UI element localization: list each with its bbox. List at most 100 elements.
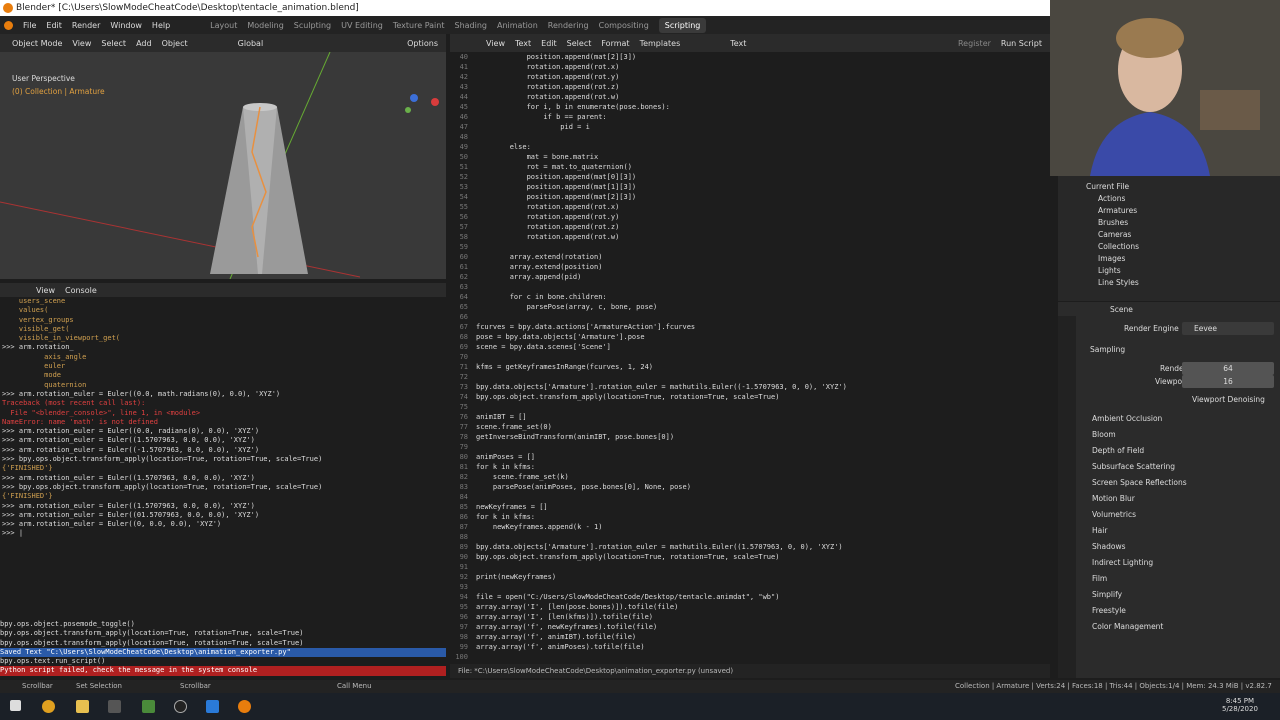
windows-start-icon[interactable] (10, 700, 21, 711)
console-line: Traceback (most recent call last): (2, 399, 146, 408)
menu-edit[interactable]: Edit (46, 21, 62, 30)
unity-icon[interactable] (174, 700, 187, 713)
tab-modeling[interactable]: Modeling (247, 21, 283, 30)
menu-help[interactable]: Help (152, 21, 170, 30)
text-datablock-name[interactable]: Text (730, 39, 746, 48)
outliner-item-lights[interactable]: Lights (1058, 263, 1280, 275)
panel-indirect-lighting[interactable]: Indirect Lighting (1092, 558, 1153, 567)
line-number: 73 (459, 383, 468, 391)
console-line: >>> arm.rotation_ (2, 343, 74, 352)
file-explorer-icon[interactable] (76, 700, 89, 713)
panel-hair[interactable]: Hair (1092, 526, 1107, 535)
tab-sculpting[interactable]: Sculpting (294, 21, 331, 30)
line-number: 77 (459, 423, 468, 431)
panel-depth-of-field[interactable]: Depth of Field (1092, 446, 1144, 455)
object-mode-dropdown[interactable]: Object Mode (12, 39, 62, 48)
console-menu-console[interactable]: Console (65, 286, 97, 295)
chrome-icon[interactable] (42, 700, 55, 713)
python-console[interactable]: users_scene values( vertex_groups visibl… (0, 297, 446, 572)
code-line: 59 (450, 242, 1050, 252)
line-number: 41 (459, 63, 468, 71)
vp-menu-select[interactable]: Select (101, 39, 126, 48)
code-line: 71 kfms = getKeyframesInRange(fcurves, 1,… (450, 362, 1050, 372)
vp-menu-view[interactable]: View (72, 39, 91, 48)
console-line: >>> bpy.ops.object.transform_apply(locat… (2, 455, 323, 464)
outliner-item-cameras[interactable]: Cameras (1058, 227, 1280, 239)
code-text: file = open("C:/Users/SlowModeCheatCode/… (476, 593, 780, 601)
panel-simplify[interactable]: Simplify (1092, 590, 1122, 599)
code-line: 67 fcurves = bpy.data.actions['ArmatureAc… (450, 322, 1050, 332)
text-menu-text[interactable]: Text (515, 39, 531, 48)
code-text: array.array('f', newKeyframes).tofile(fi… (476, 623, 658, 631)
text-menu-format[interactable]: Format (601, 39, 629, 48)
viewport-samples-field[interactable]: 16 (1182, 375, 1274, 388)
panel-film[interactable]: Film (1092, 574, 1107, 583)
status-call-menu: Call Menu (337, 682, 372, 690)
viewport-denoising-checkbox[interactable]: Viewport Denoising (1192, 395, 1265, 404)
code-text: position.append(mat[1][3]) (476, 183, 637, 191)
line-number: 85 (459, 503, 468, 511)
code-text: parsePose(array, c, bone, pose) (476, 303, 658, 311)
clock[interactable]: 8:45 PM 5/28/2020 (1222, 697, 1258, 713)
menu-file[interactable]: File (23, 21, 36, 30)
blender-menu-icon[interactable] (4, 20, 13, 30)
code-line: 83 parsePose(animPoses, pose.bones[0], N… (450, 482, 1050, 492)
run-script-button[interactable]: Run Script (1001, 39, 1042, 48)
code-text: rotation.append(rot.y) (476, 213, 620, 221)
outliner-item-images[interactable]: Images (1058, 251, 1280, 263)
sampling-panel-header[interactable]: Sampling (1090, 345, 1125, 354)
tab-uv-editing[interactable]: UV Editing (341, 21, 383, 30)
outliner-item-line-styles[interactable]: Line Styles (1058, 275, 1280, 287)
3d-viewport[interactable]: User Perspective (0) Collection | Armatu… (0, 52, 446, 279)
render-engine-dropdown[interactable]: Eevee (1182, 322, 1274, 335)
minecraft-icon[interactable] (142, 700, 155, 713)
top-menu-bar: File Edit Render Window Help Layout Modeling Sc… (0, 16, 1050, 34)
panel-bloom[interactable]: Bloom (1092, 430, 1116, 439)
outliner-item-brushes[interactable]: Brushes (1058, 215, 1280, 227)
vscode-icon[interactable] (206, 700, 219, 713)
vp-menu-add[interactable]: Add (136, 39, 152, 48)
tab-rendering[interactable]: Rendering (548, 21, 589, 30)
code-text: kfms = getKeyframesInRange(fcurves, 1, 2… (476, 363, 654, 371)
text-editor-code[interactable]: 40 position.append(mat[2][3]) 41 rotation… (450, 52, 1050, 662)
transform-orientation[interactable]: Global (238, 39, 264, 48)
panel-ambient-occlusion[interactable]: Ambient Occlusion (1092, 414, 1162, 423)
tab-compositing[interactable]: Compositing (599, 21, 649, 30)
calculator-icon[interactable] (108, 700, 121, 713)
tab-shading[interactable]: Shading (454, 21, 487, 30)
text-menu-templates[interactable]: Templates (640, 39, 681, 48)
console-line: users_scene (2, 297, 66, 305)
tab-layout[interactable]: Layout (210, 21, 237, 30)
menu-render[interactable]: Render (72, 21, 100, 30)
panel-freestyle[interactable]: Freestyle (1092, 606, 1126, 615)
register-checkbox[interactable]: Register (958, 39, 991, 48)
panel-color-management[interactable]: Color Management (1092, 622, 1163, 631)
panel-volumetrics[interactable]: Volumetrics (1092, 510, 1136, 519)
tab-animation[interactable]: Animation (497, 21, 538, 30)
options-dropdown[interactable]: Options (407, 39, 438, 48)
outliner-item-actions[interactable]: Actions (1058, 191, 1280, 203)
code-line: 43 rotation.append(rot.z) (450, 82, 1050, 92)
code-text: parsePose(animPoses, pose.bones[0], None… (476, 483, 691, 491)
blender-taskbar-icon[interactable] (238, 700, 251, 713)
panel-motion-blur[interactable]: Motion Blur (1092, 494, 1135, 503)
outliner-item-armatures[interactable]: Armatures (1058, 203, 1280, 215)
menu-window[interactable]: Window (110, 21, 142, 30)
tab-scripting[interactable]: Scripting (658, 17, 707, 33)
code-text: array.array('I', [len(pose.bones)]).tofi… (476, 603, 679, 611)
text-menu-select[interactable]: Select (567, 39, 592, 48)
text-menu-edit[interactable]: Edit (541, 39, 557, 48)
render-samples-field[interactable]: 64 (1182, 362, 1274, 375)
console-menu-view[interactable]: View (36, 286, 55, 295)
tab-texture-paint[interactable]: Texture Paint (393, 21, 445, 30)
panel-shadows[interactable]: Shadows (1092, 542, 1126, 551)
line-number: 95 (459, 603, 468, 611)
panel-screen-space-reflections[interactable]: Screen Space Reflections (1092, 478, 1187, 487)
code-line: 48 (450, 132, 1050, 142)
outliner-item-collections[interactable]: Collections (1058, 239, 1280, 251)
vp-menu-object[interactable]: Object (162, 39, 188, 48)
code-text: rotation.append(rot.z) (476, 223, 620, 231)
panel-subsurface-scattering[interactable]: Subsurface Scattering (1092, 462, 1175, 471)
outliner-root[interactable]: Current File (1058, 176, 1280, 191)
text-menu-view[interactable]: View (486, 39, 505, 48)
